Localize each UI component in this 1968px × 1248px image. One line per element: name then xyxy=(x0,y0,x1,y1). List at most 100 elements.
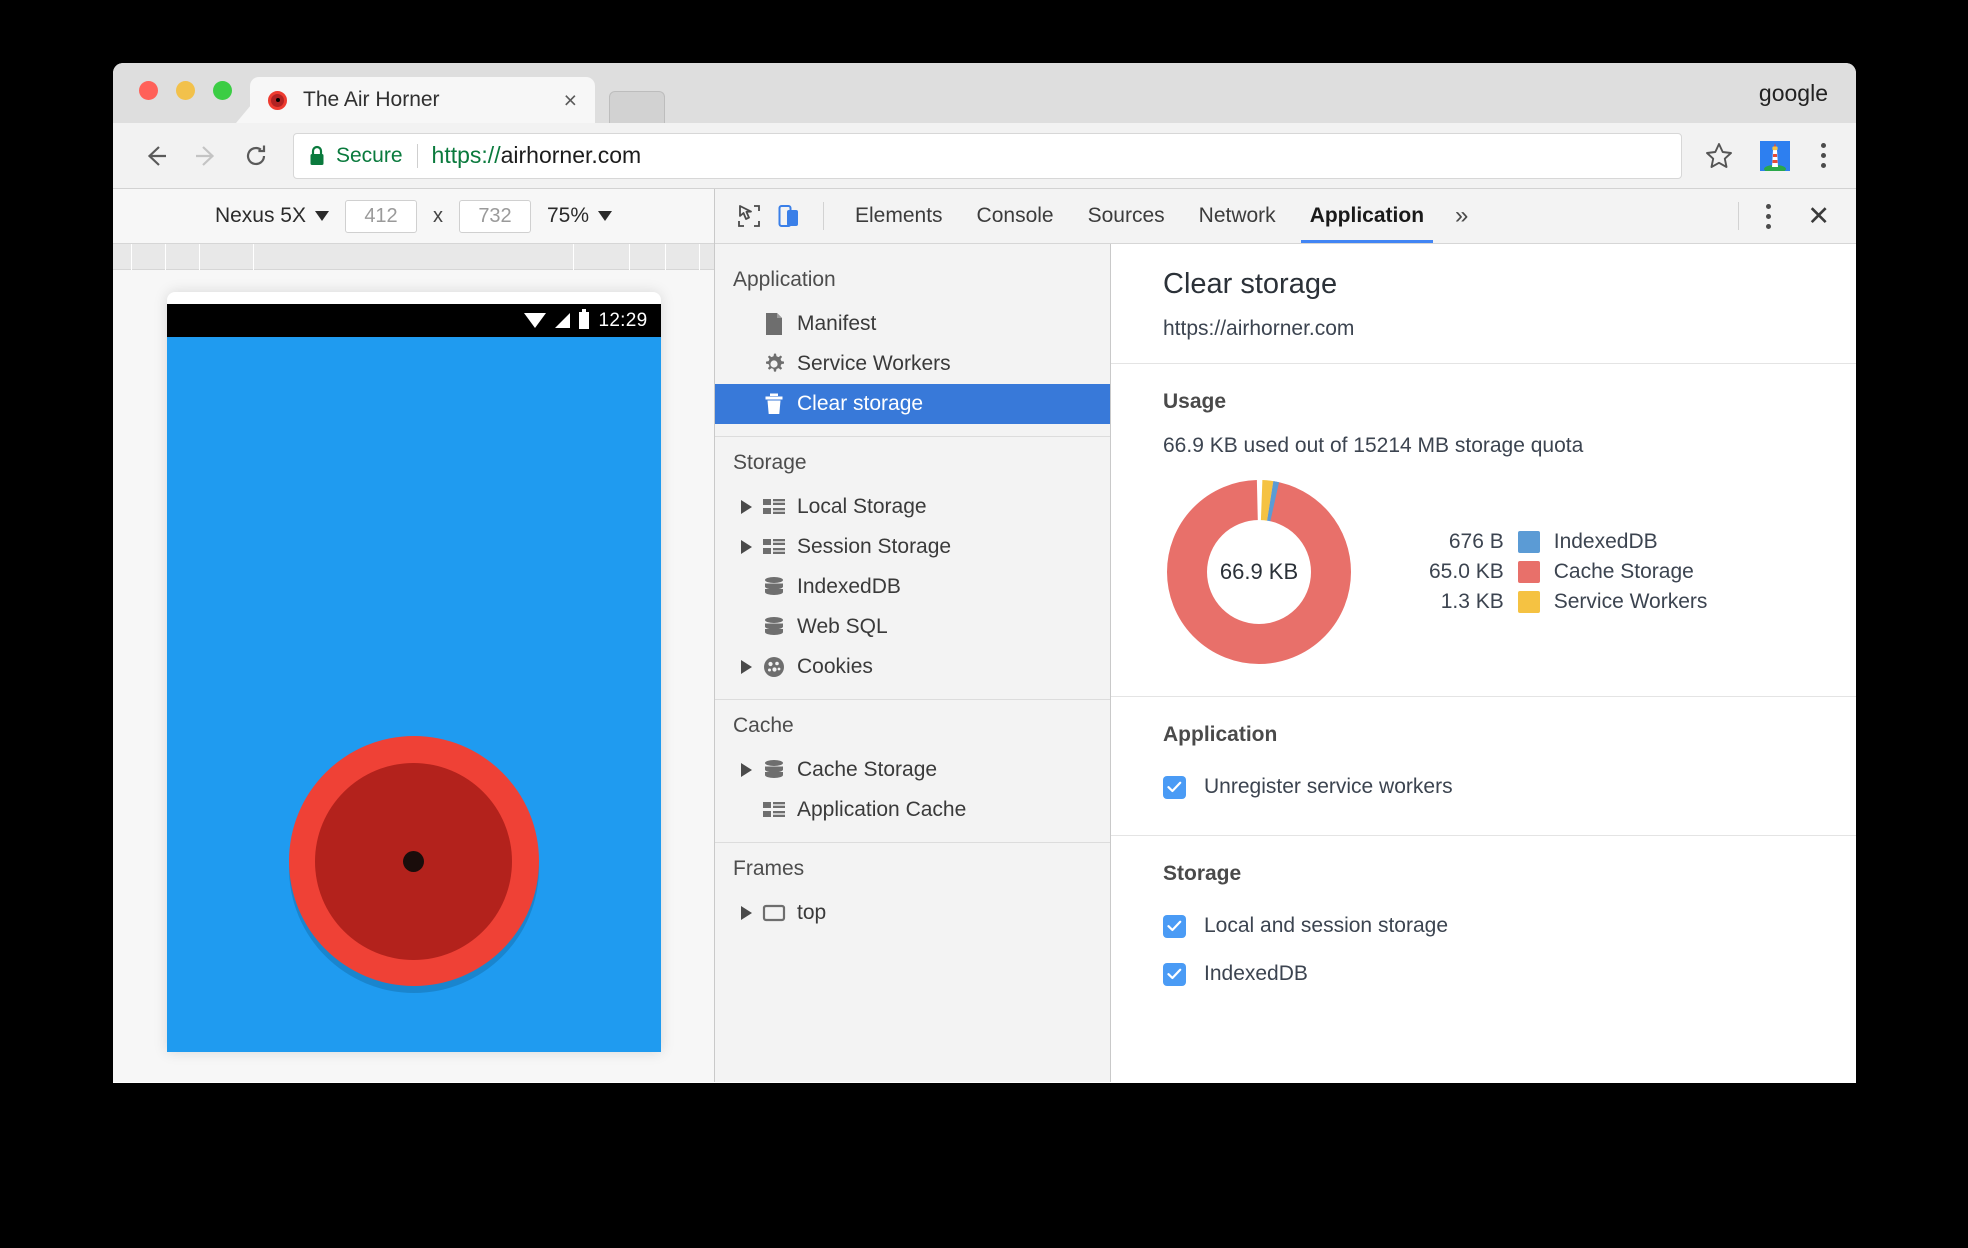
database-icon xyxy=(759,576,789,598)
clear-storage-view: Clear storage https://airhorner.com Usag… xyxy=(1111,244,1856,1082)
tab-application[interactable]: Application xyxy=(1293,189,1441,243)
air-horn-button-center-dot xyxy=(403,850,424,872)
device-width-input[interactable]: 412 xyxy=(345,199,417,233)
usage-chart-row: 66.9 KB 676 B IndexedDB 65.0 KB Cache St… xyxy=(1163,476,1856,668)
back-arrow-icon[interactable] xyxy=(133,133,179,179)
lighthouse-extension-icon[interactable] xyxy=(1760,140,1790,171)
profile-name[interactable]: google xyxy=(1759,80,1828,107)
new-tab-button[interactable] xyxy=(609,91,665,123)
toolbar-divider xyxy=(1738,202,1740,230)
tab-sources[interactable]: Sources xyxy=(1071,189,1182,243)
sidebar-item-label: Application Cache xyxy=(797,798,967,821)
sidebar-item-indexeddb[interactable]: IndexedDB xyxy=(715,567,1110,607)
database-icon xyxy=(759,616,789,638)
expand-arrow-icon[interactable] xyxy=(733,660,759,674)
reload-icon[interactable] xyxy=(233,133,279,179)
close-icon[interactable]: × xyxy=(558,87,583,114)
sidebar-item-label: Local Storage xyxy=(797,495,927,518)
device-screen[interactable]: 12:29 xyxy=(166,304,661,1052)
more-tabs-icon[interactable]: » xyxy=(1441,189,1482,243)
sidebar-item-application-cache[interactable]: Application Cache xyxy=(715,790,1110,830)
legend-swatch-service-workers xyxy=(1517,591,1540,613)
kebab-dot xyxy=(1820,153,1826,158)
devtools-tab-bar: Elements Console Sources Network Applica… xyxy=(715,189,1856,244)
devtools-pane: Elements Console Sources Network Applica… xyxy=(715,189,1856,1082)
sidebar-item-label: Clear storage xyxy=(797,392,924,415)
air-horn-button-inner xyxy=(315,762,512,960)
browser-toolbar: Secure https://airhorner.com xyxy=(113,123,1856,189)
sidebar-item-web-sql[interactable]: Web SQL xyxy=(715,607,1110,647)
air-horn-button[interactable] xyxy=(288,736,539,986)
expand-arrow-icon[interactable] xyxy=(733,500,759,514)
devtools-toolbar-right: ✕ xyxy=(1724,202,1842,230)
bookmark-star-icon[interactable] xyxy=(1696,133,1742,179)
toggle-device-toolbar-icon[interactable] xyxy=(769,196,809,236)
legend-value: 1.3 KB xyxy=(1440,590,1504,613)
sidebar-item-label: IndexedDB xyxy=(797,575,901,598)
device-frame: 12:29 xyxy=(166,292,661,1052)
legend-swatch-indexeddb xyxy=(1517,531,1540,553)
sidebar-item-clear-storage[interactable]: Clear storage xyxy=(715,384,1110,424)
sidebar-item-cache-storage[interactable]: Cache Storage xyxy=(715,750,1110,790)
kebab-dot xyxy=(1820,163,1826,168)
sidebar-item-local-storage[interactable]: Local Storage xyxy=(715,487,1110,527)
checkbox-indexeddb[interactable] xyxy=(1163,962,1186,986)
checkbox-row-unregister-service-workers[interactable]: Unregister service workers xyxy=(1163,767,1856,807)
browser-tab-active[interactable]: The Air Horner × xyxy=(250,77,595,123)
zoom-selector[interactable]: 75% xyxy=(547,204,613,228)
legend-label: Service Workers xyxy=(1553,590,1708,613)
minimize-window-button[interactable] xyxy=(176,81,195,100)
tab-console[interactable]: Console xyxy=(960,189,1071,243)
zoom-level-label: 75% xyxy=(547,204,590,227)
inspect-element-icon[interactable] xyxy=(729,196,769,236)
tab-title: The Air Horner xyxy=(303,88,440,111)
expand-arrow-icon[interactable] xyxy=(733,540,759,554)
sidebar-item-label: Cookies xyxy=(797,655,873,678)
browser-window: The Air Horner × google Secure https://a… xyxy=(113,63,1856,1083)
cell-signal-icon xyxy=(555,313,571,328)
devtools-menu-icon[interactable] xyxy=(1753,203,1783,229)
device-name-label: Nexus 5X xyxy=(214,204,306,227)
sidebar-item-service-workers[interactable]: Service Workers xyxy=(715,344,1110,384)
url-host: airhorner.com xyxy=(500,142,642,168)
checkbox-row-indexeddb[interactable]: IndexedDB xyxy=(1163,954,1856,994)
application-sidebar[interactable]: Application Manifest Service Workers Cle… xyxy=(715,244,1111,1082)
forward-arrow-icon xyxy=(183,133,229,179)
close-devtools-icon[interactable]: ✕ xyxy=(1795,202,1842,230)
device-height-input[interactable]: 732 xyxy=(459,199,531,233)
devtools-body: Application Manifest Service Workers Cle… xyxy=(715,244,1856,1082)
kebab-dot xyxy=(1765,223,1771,229)
sidebar-section-title-cache: Cache xyxy=(733,714,794,737)
tab-elements[interactable]: Elements xyxy=(838,189,960,243)
origin-label: https://airhorner.com xyxy=(1163,317,1355,340)
ruler-tick xyxy=(665,244,666,270)
lock-icon xyxy=(310,145,324,165)
usage-donut-chart[interactable]: 66.9 KB xyxy=(1163,476,1355,668)
sidebar-section-title-storage: Storage xyxy=(733,451,807,474)
checkbox-row-local-and-session-storage[interactable]: Local and session storage xyxy=(1163,906,1856,946)
device-viewport-wrap: 12:29 xyxy=(113,270,714,1082)
sidebar-item-manifest[interactable]: Manifest xyxy=(715,304,1110,344)
sidebar-item-top-frame[interactable]: top xyxy=(715,893,1110,933)
wifi-icon xyxy=(524,313,547,328)
maximize-window-button[interactable] xyxy=(213,81,232,100)
sidebar-item-cookies[interactable]: Cookies xyxy=(715,647,1110,687)
address-bar[interactable]: Secure https://airhorner.com xyxy=(293,132,1682,179)
expand-arrow-icon[interactable] xyxy=(733,763,759,777)
chevron-down-icon xyxy=(315,211,329,221)
close-window-button[interactable] xyxy=(139,81,158,100)
expand-arrow-icon[interactable] xyxy=(733,906,759,920)
device-selector[interactable]: Nexus 5X xyxy=(215,204,329,228)
chevron-down-icon xyxy=(598,211,613,221)
checkbox-unregister-service-workers[interactable] xyxy=(1163,775,1186,799)
donut-center-label: 66.9 KB xyxy=(1207,520,1311,624)
sidebar-item-label: Manifest xyxy=(797,312,877,335)
kebab-dot xyxy=(1765,213,1771,219)
kebab-dot xyxy=(1820,143,1826,148)
viewport-ruler[interactable] xyxy=(113,244,714,270)
checkbox-local-and-session-storage[interactable] xyxy=(1163,914,1186,938)
chrome-menu-icon[interactable] xyxy=(1810,143,1836,168)
sidebar-item-session-storage[interactable]: Session Storage xyxy=(715,527,1110,567)
tab-network[interactable]: Network xyxy=(1182,189,1293,243)
checkbox-label: IndexedDB xyxy=(1204,962,1308,985)
